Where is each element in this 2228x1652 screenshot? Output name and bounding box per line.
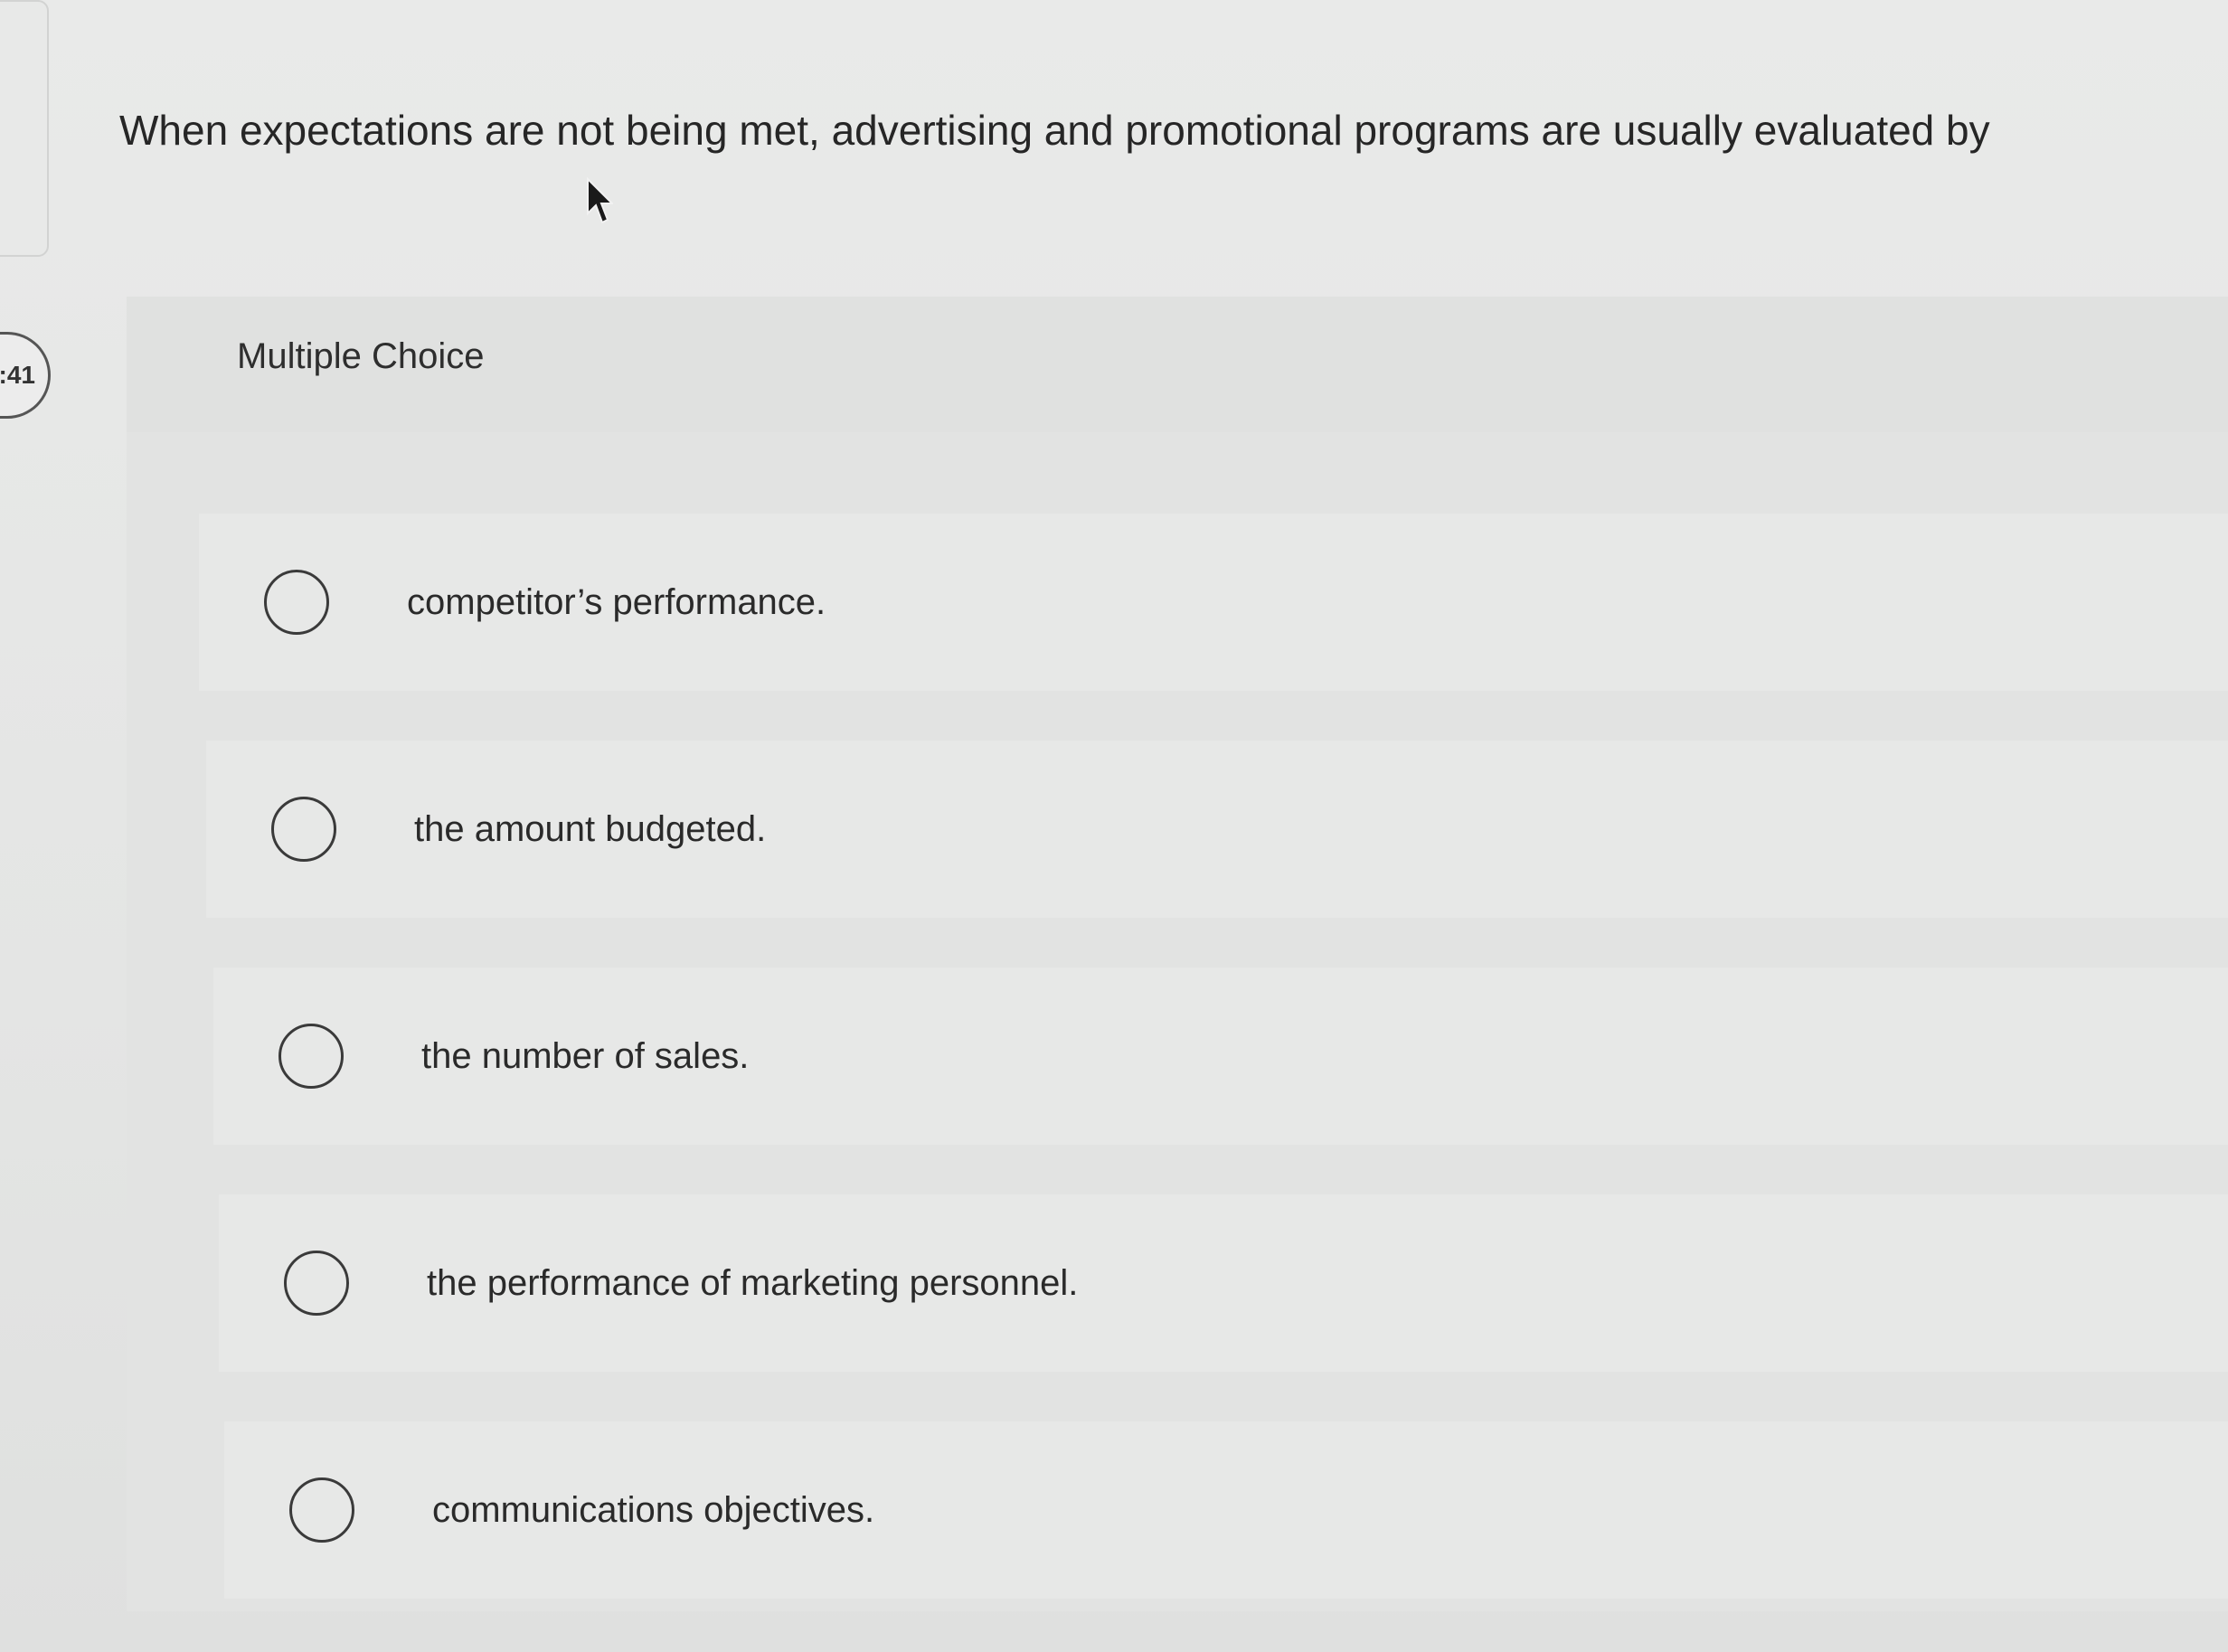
card-header: Multiple Choice xyxy=(127,297,2228,432)
radio-unselected-icon[interactable] xyxy=(289,1477,354,1543)
question-type-label: Multiple Choice xyxy=(237,336,485,376)
choice-option-1[interactable]: competitor’s performance. xyxy=(199,514,2228,691)
choice-label: the number of sales. xyxy=(421,1035,750,1076)
timer-badge: :41 xyxy=(0,332,51,419)
choice-option-3[interactable]: the number of sales. xyxy=(213,968,2228,1145)
quiz-page: :41 When expectations are not being met,… xyxy=(0,0,2228,1652)
choice-label: the amount budgeted. xyxy=(414,808,767,849)
radio-unselected-icon[interactable] xyxy=(271,797,336,862)
choice-option-4[interactable]: the performance of marketing personnel. xyxy=(219,1194,2228,1372)
mouse-pointer-icon xyxy=(587,177,613,224)
radio-unselected-icon[interactable] xyxy=(278,1024,344,1089)
choice-option-5[interactable]: communications objectives. xyxy=(224,1421,2228,1599)
radio-unselected-icon[interactable] xyxy=(284,1251,349,1316)
choice-list: competitor’s performance. the amount bud… xyxy=(199,514,2228,1648)
choice-label: competitor’s performance. xyxy=(407,581,826,622)
choice-option-2[interactable]: the amount budgeted. xyxy=(206,741,2228,918)
timer-text: :41 xyxy=(0,361,35,389)
choice-label: the performance of marketing personnel. xyxy=(427,1262,1079,1303)
question-prompt: When expectations are not being met, adv… xyxy=(119,107,1990,154)
multiple-choice-card: Multiple Choice competitor’s performance… xyxy=(127,297,2228,1611)
radio-unselected-icon[interactable] xyxy=(264,570,329,635)
choice-label: communications objectives. xyxy=(432,1489,875,1530)
side-panel xyxy=(0,0,49,257)
